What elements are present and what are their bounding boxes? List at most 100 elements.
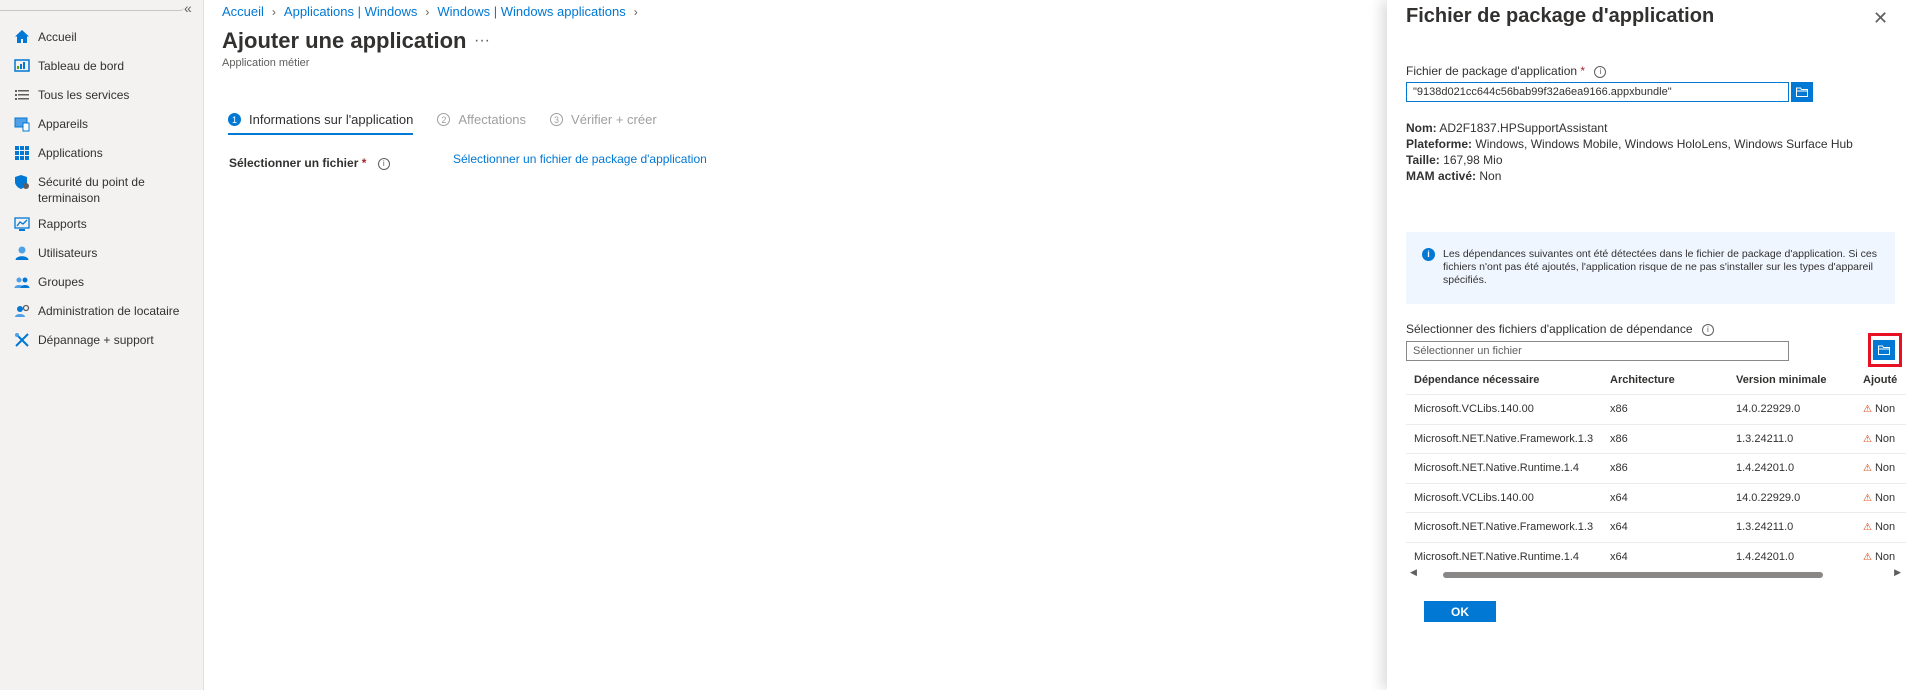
nav-item-applications[interactable]: Applications [0, 140, 204, 169]
table-cell: ⚠ Non [1855, 512, 1906, 542]
nav-item-depannage-support[interactable]: Dépannage + support [0, 327, 204, 356]
info-icon[interactable]: i [1701, 323, 1714, 336]
list-icon [14, 87, 32, 103]
table-cell: Microsoft.NET.Native.Runtime.1.4 [1406, 453, 1602, 483]
prop-value: Non [1479, 169, 1502, 183]
browse-pkg-button[interactable] [1791, 82, 1813, 102]
chevron-right-icon: › [633, 4, 638, 19]
reports-icon [14, 216, 32, 232]
wizard-steps: 1 Informations sur l'application 2 Affec… [228, 112, 681, 135]
nav-label: Dépannage + support [38, 333, 154, 347]
scroll-thumb[interactable] [1443, 572, 1823, 578]
table-row[interactable]: Microsoft.VCLibs.140.00 x86 14.0.22929.0… [1406, 394, 1906, 424]
pkg-file-label-text: Fichier de package d'application [1406, 64, 1578, 78]
prop-key: MAM activé: [1406, 169, 1477, 183]
column-header[interactable]: Ajouté [1855, 366, 1906, 395]
nav-item-tous-les-services[interactable]: Tous les services [0, 82, 204, 111]
table-row[interactable]: Microsoft.NET.Native.Framework.1.3 x64 1… [1406, 512, 1906, 542]
nav-label: Rapports [38, 217, 87, 231]
warning-icon: ⚠ [1863, 522, 1872, 534]
select-file-label: Sélectionner un fichier * i [229, 156, 390, 170]
more-options-button[interactable]: ··· [474, 32, 490, 50]
column-header[interactable]: Dépendance nécessaire [1406, 366, 1602, 395]
added-status: Non [1874, 462, 1896, 475]
nav-item-securite-point-terminaison[interactable]: Sécurité du point de terminaison [0, 169, 204, 211]
table-row[interactable]: Microsoft.NET.Native.Runtime.1.4 x86 1.4… [1406, 453, 1906, 483]
prop-value: Windows, Windows Mobile, Windows HoloLen… [1475, 137, 1853, 151]
ok-button[interactable]: OK [1424, 601, 1496, 622]
warning-icon: ⚠ [1863, 551, 1872, 563]
scroll-left-icon[interactable]: ◀ [1410, 567, 1417, 578]
collapse-sidebar-button[interactable]: « [184, 0, 192, 16]
troubleshoot-icon [14, 332, 32, 348]
apps-grid-icon [14, 145, 32, 161]
table-cell: 1.3.24211.0 [1728, 423, 1855, 454]
warning-icon: ⚠ [1863, 463, 1872, 475]
nav-item-rapports[interactable]: Rapports [0, 211, 204, 240]
step-label: Affectations [458, 112, 527, 127]
scroll-track[interactable] [1418, 570, 1889, 578]
select-file-label-text: Sélectionner un fichier [229, 156, 359, 170]
table-cell: x64 [1602, 512, 1728, 542]
warning-icon: ⚠ [1863, 433, 1872, 445]
table-row[interactable]: Microsoft.NET.Native.Framework.1.3 x86 1… [1406, 423, 1906, 454]
nav-item-utilisateurs[interactable]: Utilisateurs [0, 240, 204, 269]
nav-item-tableau-de-bord[interactable]: Tableau de bord [0, 53, 204, 82]
info-icon[interactable]: i [377, 157, 390, 170]
warning-icon: ⚠ [1863, 492, 1872, 504]
groups-icon [14, 274, 32, 290]
added-status: Non [1874, 550, 1896, 563]
info-icon: i [1422, 248, 1435, 261]
chevron-right-icon: › [271, 4, 276, 19]
breadcrumb-applications-windows[interactable]: Applications | Windows [284, 4, 417, 19]
table-header-row: Dépendance nécessaire Architecture Versi… [1406, 366, 1906, 395]
nav-item-groupes[interactable]: Groupes [0, 269, 204, 298]
added-status: Non [1874, 491, 1896, 504]
nav-item-appareils[interactable]: Appareils [0, 111, 204, 140]
dashboard-icon [14, 58, 32, 74]
step-number: 1 [228, 113, 241, 126]
prop-value: 167,98 Mio [1443, 153, 1503, 167]
added-status: Non [1874, 432, 1896, 445]
scroll-right-icon[interactable]: ▶ [1894, 567, 1901, 578]
table-cell: 14.0.22929.0 [1728, 394, 1855, 424]
close-icon[interactable]: ✕ [1873, 8, 1888, 29]
pkg-file-input[interactable] [1406, 82, 1789, 102]
tab-verifier-creer[interactable]: 3 Vérifier + créer [550, 112, 657, 135]
step-label: Vérifier + créer [571, 112, 657, 127]
column-header[interactable]: Architecture [1602, 366, 1728, 395]
tab-affectations[interactable]: 2 Affectations [437, 112, 526, 135]
prop-value: AD2F1837.HPSupportAssistant [1439, 121, 1608, 135]
nav-menu: Accueil Tableau de bord Tous les service… [0, 24, 204, 356]
info-icon[interactable]: i [1594, 65, 1607, 78]
breadcrumb-accueil[interactable]: Accueil [222, 4, 264, 19]
nav-label: Utilisateurs [38, 246, 98, 260]
breadcrumb-windows-applications[interactable]: Windows | Windows applications [437, 4, 625, 19]
table-cell: x86 [1602, 394, 1728, 424]
table-cell: ⚠ Non [1855, 453, 1906, 483]
warning-icon: ⚠ [1863, 404, 1872, 416]
table-cell: 1.4.24201.0 [1728, 453, 1855, 483]
breadcrumb: Accueil › Applications | Windows › Windo… [222, 4, 646, 19]
table-cell: ⚠ Non [1855, 394, 1906, 424]
required-mark: * [1580, 64, 1586, 78]
dep-file-input[interactable] [1406, 341, 1789, 361]
sidebar-search-bar [0, 0, 184, 11]
table-cell: Microsoft.NET.Native.Framework.1.3 [1406, 423, 1602, 454]
horizontal-scrollbar[interactable]: ◀ ▶ [1406, 567, 1903, 579]
table-row[interactable]: Microsoft.VCLibs.140.00 x64 14.0.22929.0… [1406, 482, 1906, 513]
nav-item-administration-locataire[interactable]: Administration de locataire [0, 298, 204, 327]
tab-informations-application[interactable]: 1 Informations sur l'application [228, 112, 414, 135]
pkg-file-label: Fichier de package d'application * i [1406, 64, 1607, 78]
nav-item-accueil[interactable]: Accueil [0, 24, 204, 53]
user-icon [14, 245, 32, 261]
page-subtitle: Application métier [222, 57, 310, 69]
step-number: 2 [437, 113, 451, 126]
step-number: 3 [550, 113, 564, 126]
column-header[interactable]: Version minimale [1728, 366, 1855, 395]
select-app-package-link[interactable]: Sélectionner un fichier de package d'app… [453, 152, 707, 166]
devices-icon [14, 116, 32, 132]
added-status: Non [1874, 403, 1896, 416]
prop-key: Plateforme: [1406, 137, 1473, 151]
step-label: Informations sur l'application [249, 112, 414, 127]
